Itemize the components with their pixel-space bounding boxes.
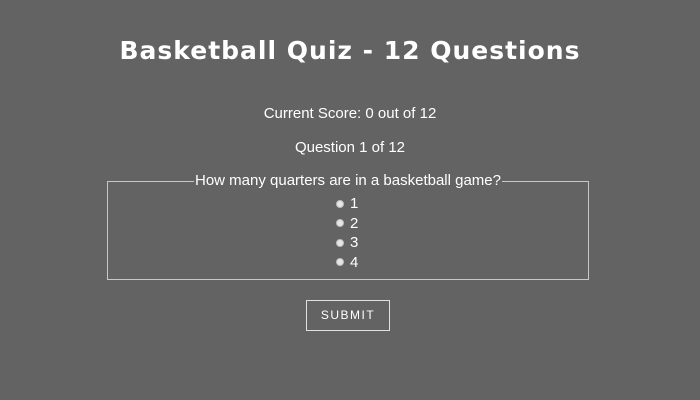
question-text: How many quarters are in a basketball ga… <box>195 172 501 189</box>
radio-button-2[interactable] <box>336 219 344 228</box>
quiz-title: Basketball Quiz - 12 Questions <box>119 36 581 65</box>
answer-option-1[interactable]: 1 <box>108 194 588 214</box>
answer-option-label: 1 <box>350 195 359 213</box>
question-fieldset: How many quarters are in a basketball ga… <box>107 172 589 280</box>
radio-button-1[interactable] <box>336 199 344 208</box>
radio-button-3[interactable] <box>336 238 344 247</box>
answer-option-label: 2 <box>350 214 359 232</box>
answer-option-label: 3 <box>350 234 359 252</box>
answer-option-2[interactable]: 2 <box>108 214 588 234</box>
answer-option-label: 4 <box>350 253 359 271</box>
current-score: Current Score: 0 out of 12 <box>263 105 437 122</box>
answer-options: 1 2 3 4 <box>108 194 588 272</box>
answer-option-3[interactable]: 3 <box>108 233 588 253</box>
radio-button-4[interactable] <box>336 258 344 267</box>
answer-option-4[interactable]: 4 <box>108 253 588 273</box>
question-counter: Question 1 of 12 <box>294 139 406 156</box>
submit-button[interactable]: SUBMIT <box>306 300 390 331</box>
